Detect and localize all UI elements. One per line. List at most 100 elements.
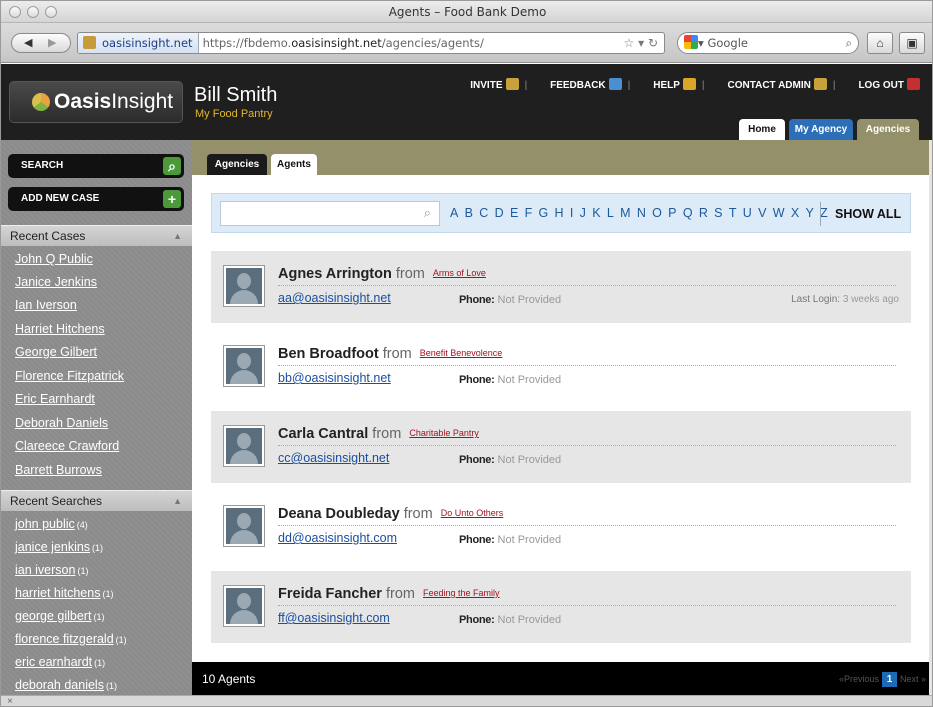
page-scrollbar[interactable] — [929, 140, 932, 695]
letter-link[interactable]: N — [637, 206, 647, 220]
bookmarks-menu-icon[interactable]: ▣ — [899, 32, 925, 54]
logout-link[interactable]: LOG OUT — [848, 78, 920, 91]
agency-link[interactable]: Arms of Love — [433, 268, 486, 278]
agent-email-link[interactable]: aa@oasisinsight.net — [278, 291, 391, 305]
recent-case-link[interactable]: Janice Jenkins — [15, 275, 97, 289]
agent-email-link[interactable]: cc@oasisinsight.net — [278, 451, 389, 465]
next-page-link[interactable]: Next » — [900, 674, 926, 684]
letter-link[interactable]: E — [510, 206, 519, 220]
tab-home[interactable]: Home — [739, 119, 785, 140]
site-identity-badge[interactable]: oasisinsight.net — [78, 33, 199, 53]
agent-email-link[interactable]: bb@oasisinsight.net — [278, 371, 391, 385]
letter-link[interactable]: Q — [683, 206, 693, 220]
forward-arrow-icon[interactable]: ▶ — [48, 36, 56, 49]
agency-link[interactable]: Do Unto Others — [441, 508, 504, 518]
agent-email-link[interactable]: dd@oasisinsight.com — [278, 531, 397, 545]
search-icon[interactable]: ⌕ — [424, 205, 431, 221]
help-link[interactable]: HELP — [643, 78, 696, 91]
oasisinsight-logo[interactable]: OasisInsight — [9, 81, 183, 123]
recent-case-link[interactable]: Ian Iverson — [15, 298, 77, 312]
recent-search-link[interactable]: eric earnhardt (1) — [15, 655, 105, 669]
dropdown-arrow-icon[interactable]: ▾ — [638, 36, 644, 50]
letter-link[interactable]: U — [743, 206, 753, 220]
recent-search-link[interactable]: harriet hitchens (1) — [15, 586, 113, 600]
letter-link[interactable]: F — [525, 206, 533, 220]
agency-link[interactable]: Charitable Pantry — [409, 428, 479, 438]
reload-icon[interactable]: ↻ — [648, 36, 658, 50]
home-icon[interactable]: ⌂ — [867, 32, 893, 54]
letter-link[interactable]: B — [465, 206, 474, 220]
letter-link[interactable]: L — [607, 206, 614, 220]
agent-card: Carla Cantral from Charitable Pantry cc@… — [211, 411, 911, 483]
current-page[interactable]: 1 — [881, 672, 897, 687]
letter-link[interactable]: I — [570, 206, 574, 220]
show-all-link[interactable]: SHOW ALL — [820, 202, 901, 226]
letter-link[interactable]: C — [479, 206, 489, 220]
recent-case-link[interactable]: Florence Fitzpatrick — [15, 369, 124, 383]
tab-agencies-list[interactable]: Agencies — [207, 154, 267, 175]
recent-case-link[interactable]: Deborah Daniels — [15, 416, 108, 430]
url-text[interactable]: https://fbdemo.oasisinsight.net/agencies… — [199, 36, 484, 50]
letter-link[interactable]: X — [791, 206, 800, 220]
search-engine-box[interactable]: ▾ Google ⌕ — [677, 32, 859, 54]
agent-name[interactable]: Ben Broadfoot — [278, 346, 379, 362]
recent-case-link[interactable]: Eric Earnhardt — [15, 392, 95, 406]
letter-link[interactable]: O — [652, 206, 662, 220]
invite-link[interactable]: INVITE — [460, 78, 519, 91]
agency-link[interactable]: Benefit Benevolence — [420, 348, 503, 358]
tab-agents-list[interactable]: Agents — [271, 154, 317, 175]
search-icon[interactable]: ⌕ — [846, 33, 852, 53]
google-icon[interactable] — [684, 35, 698, 49]
recent-case-link[interactable]: George Gilbert — [15, 345, 97, 359]
agent-name[interactable]: Freida Fancher — [278, 586, 382, 602]
letter-link[interactable]: S — [714, 206, 723, 220]
tab-my-agency[interactable]: My Agency — [789, 119, 853, 140]
collapse-icon[interactable]: ▲ — [173, 491, 182, 512]
back-arrow-icon[interactable]: ◀ — [24, 36, 32, 49]
address-bar[interactable]: oasisinsight.net https://fbdemo.oasisinsi… — [77, 32, 665, 54]
feedback-link[interactable]: FEEDBACK — [540, 78, 622, 91]
bookmark-star-icon[interactable]: ☆ — [623, 36, 634, 50]
agent-search-input[interactable]: ⌕ — [220, 201, 440, 226]
letter-link[interactable]: P — [668, 206, 677, 220]
recent-searches-header[interactable]: Recent Searches ▲ — [1, 490, 192, 511]
letter-link[interactable]: J — [580, 206, 587, 220]
letter-link[interactable]: W — [773, 206, 785, 220]
recent-case-link[interactable]: John Q Public — [15, 252, 93, 266]
agent-name-line: Agnes Arrington from Arms of Love — [278, 266, 486, 282]
close-status-icon[interactable]: × — [7, 696, 13, 706]
recent-search-link[interactable]: florence fitzgerald (1) — [15, 632, 127, 646]
recent-search-link[interactable]: janice jenkins (1) — [15, 540, 103, 554]
recent-case-link[interactable]: Barrett Burrows — [15, 463, 102, 477]
recent-search-link[interactable]: ian iverson (1) — [15, 563, 88, 577]
letter-link[interactable]: T — [729, 206, 737, 220]
agent-name[interactable]: Deana Doubleday — [278, 506, 400, 522]
agent-name[interactable]: Agnes Arrington — [278, 266, 392, 282]
sidebar-search-button[interactable]: SEARCH ⌕ — [8, 154, 184, 178]
letter-link[interactable]: A — [450, 206, 459, 220]
recent-search-link[interactable]: deborah daniels (1) — [15, 678, 117, 692]
add-new-case-button[interactable]: ADD NEW CASE + — [8, 187, 184, 211]
letter-link[interactable]: R — [699, 206, 709, 220]
recent-search-link[interactable]: john public (4) — [15, 517, 88, 531]
letter-link[interactable]: G — [539, 206, 549, 220]
recent-search-link[interactable]: george gilbert (1) — [15, 609, 104, 623]
collapse-icon[interactable]: ▲ — [173, 226, 182, 247]
contact-admin-link[interactable]: CONTACT ADMIN — [718, 78, 827, 91]
letter-link[interactable]: V — [758, 206, 767, 220]
agent-name[interactable]: Carla Cantral — [278, 426, 368, 442]
letter-link[interactable]: Y — [805, 206, 814, 220]
agency-link[interactable]: Feeding the Family — [423, 588, 500, 598]
recent-case-link[interactable]: Harriet Hitchens — [15, 322, 105, 336]
previous-page-link[interactable]: «Previous — [839, 674, 879, 684]
agent-email-link[interactable]: ff@oasisinsight.com — [278, 611, 390, 625]
letter-link[interactable]: M — [620, 206, 631, 220]
letter-link[interactable]: D — [495, 206, 505, 220]
recent-cases-header[interactable]: Recent Cases ▲ — [1, 225, 192, 246]
letter-link[interactable]: H — [555, 206, 565, 220]
letter-index: ABCDEFGHIJKLMNOPQRSTUVWXYZ — [450, 206, 834, 220]
recent-case-link[interactable]: Clareece Crawford — [15, 439, 119, 453]
letter-link[interactable]: K — [592, 206, 601, 220]
tab-agencies[interactable]: Agencies — [857, 119, 919, 140]
user-name: Bill Smith — [194, 84, 278, 106]
